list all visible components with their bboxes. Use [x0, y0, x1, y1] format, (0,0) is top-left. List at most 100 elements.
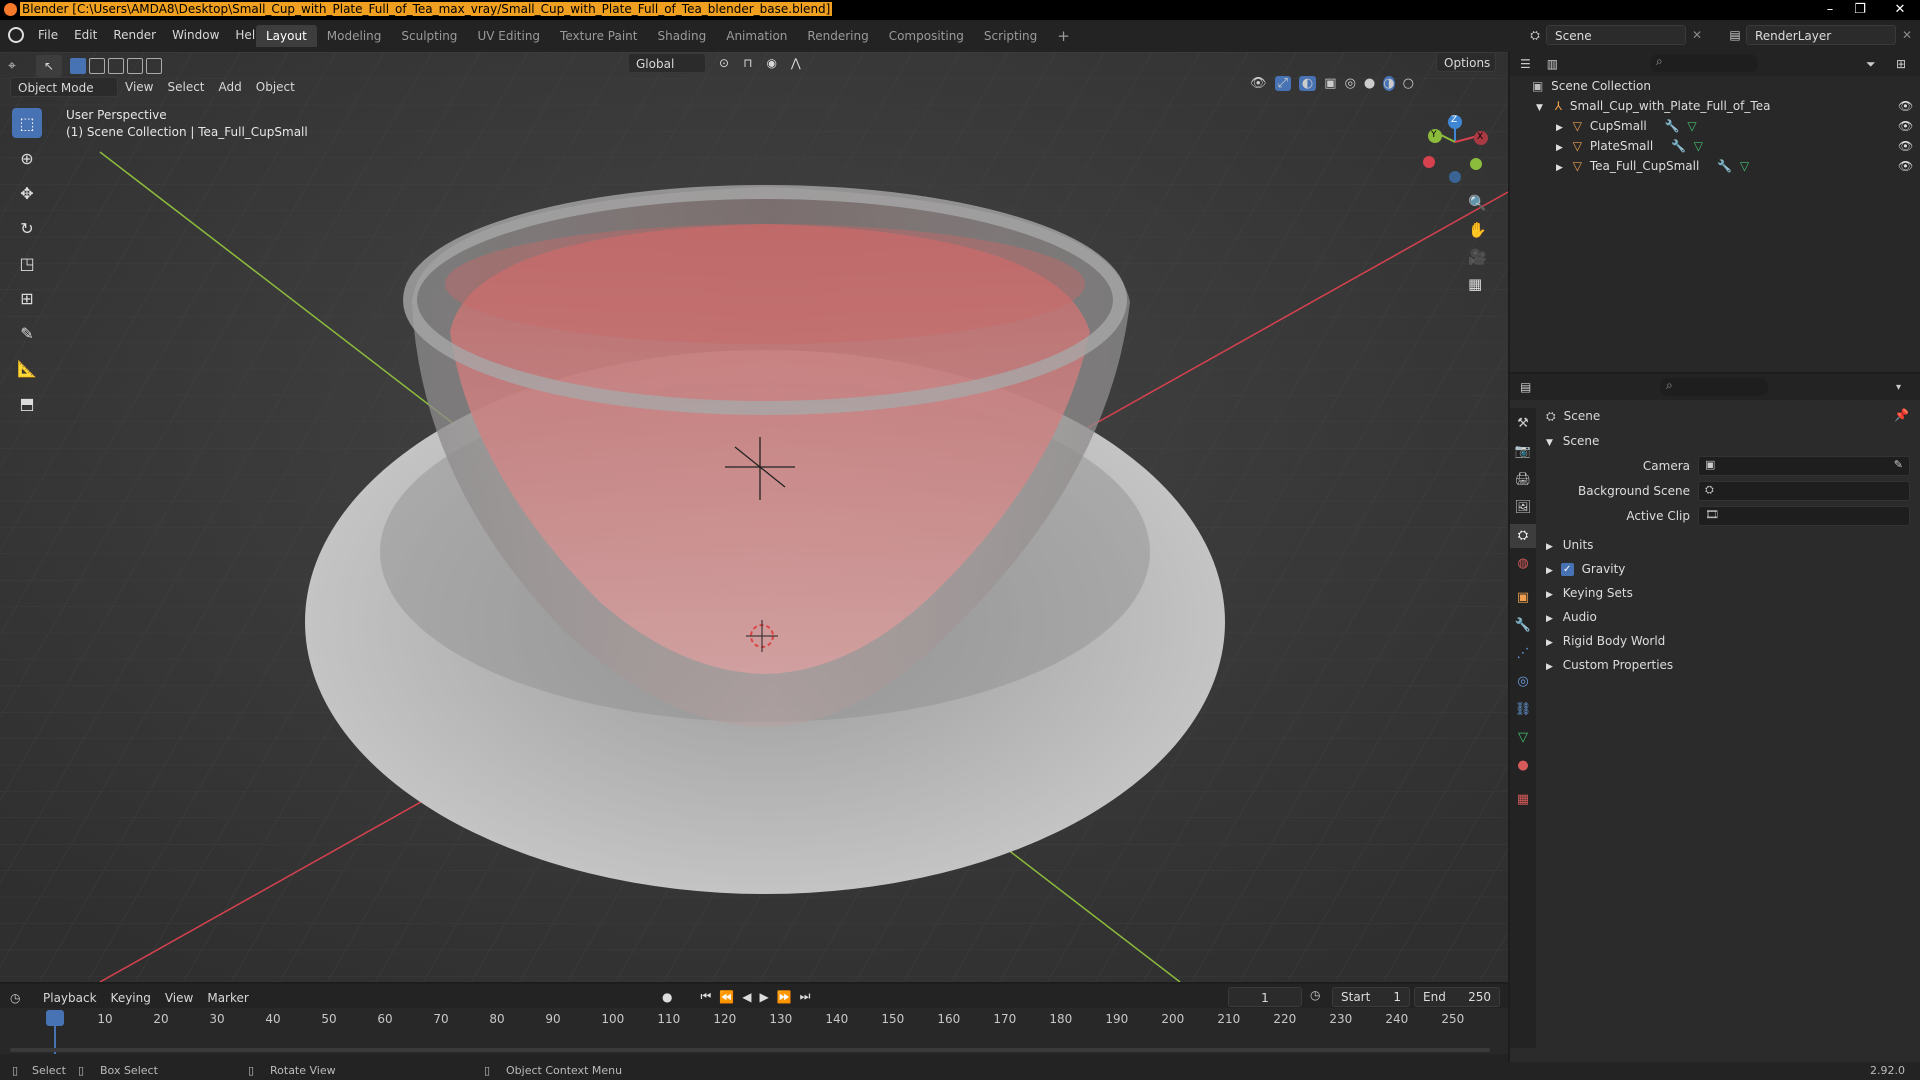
falloff-icon[interactable]: ⋀ [784, 53, 808, 73]
visibility-eye-icon[interactable]: 👁 [1898, 116, 1913, 136]
outliner-search-input[interactable]: ⌕ [1650, 54, 1758, 72]
scale-tool-icon[interactable]: ◳ [12, 248, 42, 278]
scene-tab-icon[interactable]: ⛭ [1510, 524, 1536, 548]
object-tab-icon[interactable]: ▣ [1510, 586, 1536, 610]
world-tab-icon[interactable]: ◍ [1510, 552, 1536, 576]
select-tool-icon[interactable]: ↖ [36, 55, 62, 77]
timeline-view-menu[interactable]: View [158, 988, 200, 1008]
play-icon[interactable]: ▶ [759, 990, 768, 1004]
3d-viewport[interactable] [0, 52, 1508, 982]
preview-range-icon[interactable]: ◷ [1310, 988, 1320, 1002]
jump-keyframe-back-icon[interactable]: ⏪ [719, 990, 734, 1004]
select-new-icon[interactable] [70, 58, 86, 74]
pan-hand-icon[interactable]: ✋ [1468, 221, 1487, 239]
playback-menu[interactable]: Playback [36, 988, 104, 1008]
jump-end-icon[interactable]: ⏭ [800, 989, 811, 1004]
transform-tool-icon[interactable]: ⊞ [12, 283, 42, 313]
xray-icon[interactable]: ▣ [1324, 76, 1336, 91]
render-layer-remove-icon[interactable]: ✕ [1896, 28, 1918, 42]
tab-rendering[interactable]: Rendering [797, 25, 878, 47]
gizmo-toggle-icon[interactable]: ⤢ [1274, 76, 1291, 91]
camera-field[interactable]: ▣ ✎ [1698, 456, 1910, 476]
material-shading-icon[interactable]: ◑ [1383, 76, 1395, 91]
editor-type-icon[interactable]: ⌖ [8, 58, 36, 74]
expand-arrow-icon[interactable]: ▼ [1536, 103, 1543, 113]
mode-selector[interactable]: Object Mode [10, 77, 118, 97]
outliner-editor-icon[interactable]: ☰ [1520, 57, 1531, 71]
properties-options-icon[interactable]: ▾ [1896, 382, 1901, 393]
display-mode-icon[interactable]: ▥ [1547, 57, 1558, 71]
properties-editor-icon[interactable]: ▤ [1520, 380, 1531, 394]
tab-sculpting[interactable]: Sculpting [391, 25, 467, 47]
render-layer-selector[interactable]: RenderLayer [1746, 25, 1896, 45]
select-intersect-icon[interactable] [146, 58, 162, 74]
timeline-editor-icon[interactable]: ◷ [10, 991, 36, 1005]
play-reverse-icon[interactable]: ◀ [742, 990, 751, 1004]
proportional-edit-icon[interactable]: ◉ [759, 53, 783, 73]
tab-animation[interactable]: Animation [716, 25, 797, 47]
units-panel-header[interactable]: ▶ Units [1546, 534, 1906, 556]
background-scene-field[interactable]: ⛭ [1698, 481, 1910, 501]
visibility-eye-icon[interactable]: 👁 [1898, 156, 1913, 176]
timeline-scrollbar[interactable] [10, 1048, 1490, 1052]
expand-arrow-icon[interactable]: ▶ [1556, 123, 1563, 133]
select-subtract-icon[interactable] [108, 58, 124, 74]
tab-shading[interactable]: Shading [647, 25, 716, 47]
minimize-button[interactable]: – [1816, 0, 1844, 20]
annotate-tool-icon[interactable]: ✎ [12, 318, 42, 348]
maximize-button[interactable]: ❐ [1846, 0, 1874, 20]
render-tab-icon[interactable]: 📷 [1510, 440, 1536, 464]
ortho-grid-icon[interactable]: ▦ [1468, 275, 1487, 293]
rendered-shading-icon[interactable]: ○ [1403, 76, 1414, 91]
overlay-toggle-icon[interactable]: ◐ [1298, 76, 1317, 91]
options-dropdown[interactable]: Options [1436, 52, 1496, 72]
eyedropper-icon[interactable]: ✎ [1894, 458, 1903, 471]
modifier-tab-icon[interactable]: 🔧 [1510, 614, 1536, 638]
visibility-icon[interactable]: 👁 [1250, 76, 1267, 91]
navigation-gizmo[interactable]: Z Y X [1420, 112, 1490, 188]
playhead[interactable] [46, 1010, 64, 1026]
snap-icon[interactable]: ⊓ [736, 53, 759, 73]
menu-edit[interactable]: Edit [66, 25, 105, 45]
outliner-object-row[interactable]: ▶ ▽ CupSmall 🔧 ▽ 👁 [1510, 116, 1920, 136]
record-icon[interactable]: ● [662, 990, 672, 1004]
cursor-tool-icon[interactable]: ⊕ [12, 143, 42, 173]
jump-keyframe-forward-icon[interactable]: ⏩ [777, 990, 792, 1004]
audio-panel-header[interactable]: ▶ Audio [1546, 606, 1906, 628]
outliner-collection-row[interactable]: ▼ ⅄ Small_Cup_with_Plate_Full_of_Tea 👁 [1510, 96, 1920, 116]
outliner-object-row[interactable]: ▶ ▽ Tea_Full_CupSmall 🔧 ▽ 👁 [1510, 156, 1920, 176]
expand-arrow-icon[interactable]: ▶ [1556, 143, 1563, 153]
output-tab-icon[interactable]: 🖨 [1510, 468, 1536, 492]
custom-properties-panel-header[interactable]: ▶ Custom Properties [1546, 654, 1906, 676]
wireframe-shading-icon[interactable]: ◎ [1345, 76, 1356, 91]
jump-start-icon[interactable]: ⏮ [700, 989, 711, 1004]
keying-menu[interactable]: Keying [104, 988, 158, 1008]
end-frame-field[interactable]: End 250 [1414, 987, 1500, 1007]
view-menu[interactable]: View [118, 77, 160, 97]
material-tab-icon[interactable]: ● [1510, 754, 1536, 778]
orientation-dropdown[interactable]: Global [628, 53, 706, 73]
scene-remove-icon[interactable]: ✕ [1686, 28, 1708, 42]
start-frame-field[interactable]: Start 1 [1332, 987, 1410, 1007]
scene-panel-header[interactable]: ▼ Scene [1546, 430, 1599, 452]
blender-menu-icon[interactable] [8, 27, 24, 43]
add-workspace-button[interactable]: + [1047, 25, 1080, 47]
pivot-icon[interactable]: ⊙ [712, 53, 736, 73]
rigid-body-world-panel-header[interactable]: ▶ Rigid Body World [1546, 630, 1906, 652]
menu-render[interactable]: Render [105, 25, 164, 45]
outliner-object-row[interactable]: ▶ ▽ PlateSmall 🔧 ▽ 👁 [1510, 136, 1920, 156]
solid-shading-icon[interactable]: ● [1364, 76, 1375, 91]
measure-tool-icon[interactable]: 📐 [12, 353, 42, 383]
menu-file[interactable]: File [30, 25, 66, 45]
data-tab-icon[interactable]: ▽ [1510, 726, 1536, 750]
select-menu[interactable]: Select [160, 77, 211, 97]
constraints-tab-icon[interactable]: ⛓ [1510, 698, 1536, 722]
move-tool-icon[interactable]: ✥ [12, 178, 42, 208]
tab-modeling[interactable]: Modeling [317, 25, 392, 47]
tab-scripting[interactable]: Scripting [974, 25, 1047, 47]
scene-selector[interactable]: Scene [1546, 25, 1686, 45]
properties-search-input[interactable]: ⌕ [1660, 378, 1768, 396]
timeline-ruler[interactable]: 1102030405060708090100110120130140150160… [0, 1008, 1508, 1054]
tab-texture-paint[interactable]: Texture Paint [550, 25, 647, 47]
active-clip-field[interactable]: 🎞 [1698, 506, 1910, 526]
